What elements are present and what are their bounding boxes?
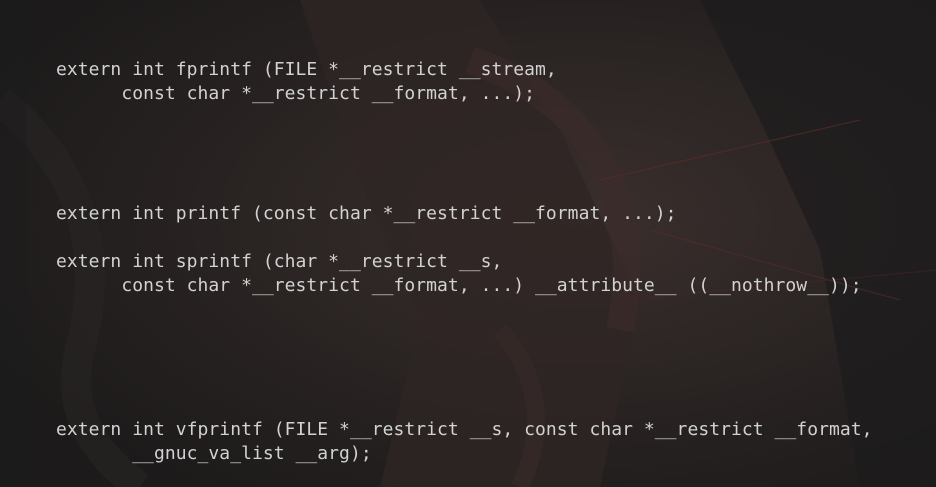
code-line: extern int fprintf (FILE *__restrict __s… (56, 59, 557, 80)
code-editor[interactable]: extern int fprintf (FILE *__restrict __s… (0, 0, 936, 487)
code-line: extern int vfprintf (FILE *__restrict __… (56, 419, 873, 440)
code-line: const char *__restrict __format, ...) __… (56, 275, 862, 296)
code-line: extern int printf (const char *__restric… (56, 203, 677, 224)
code-line: extern int sprintf (char *__restrict __s… (56, 251, 503, 272)
code-area[interactable]: extern int fprintf (FILE *__restrict __s… (0, 0, 936, 487)
code-line: __gnuc_va_list __arg); (56, 443, 372, 464)
code-line: const char *__restrict __format, ...); (56, 83, 536, 104)
